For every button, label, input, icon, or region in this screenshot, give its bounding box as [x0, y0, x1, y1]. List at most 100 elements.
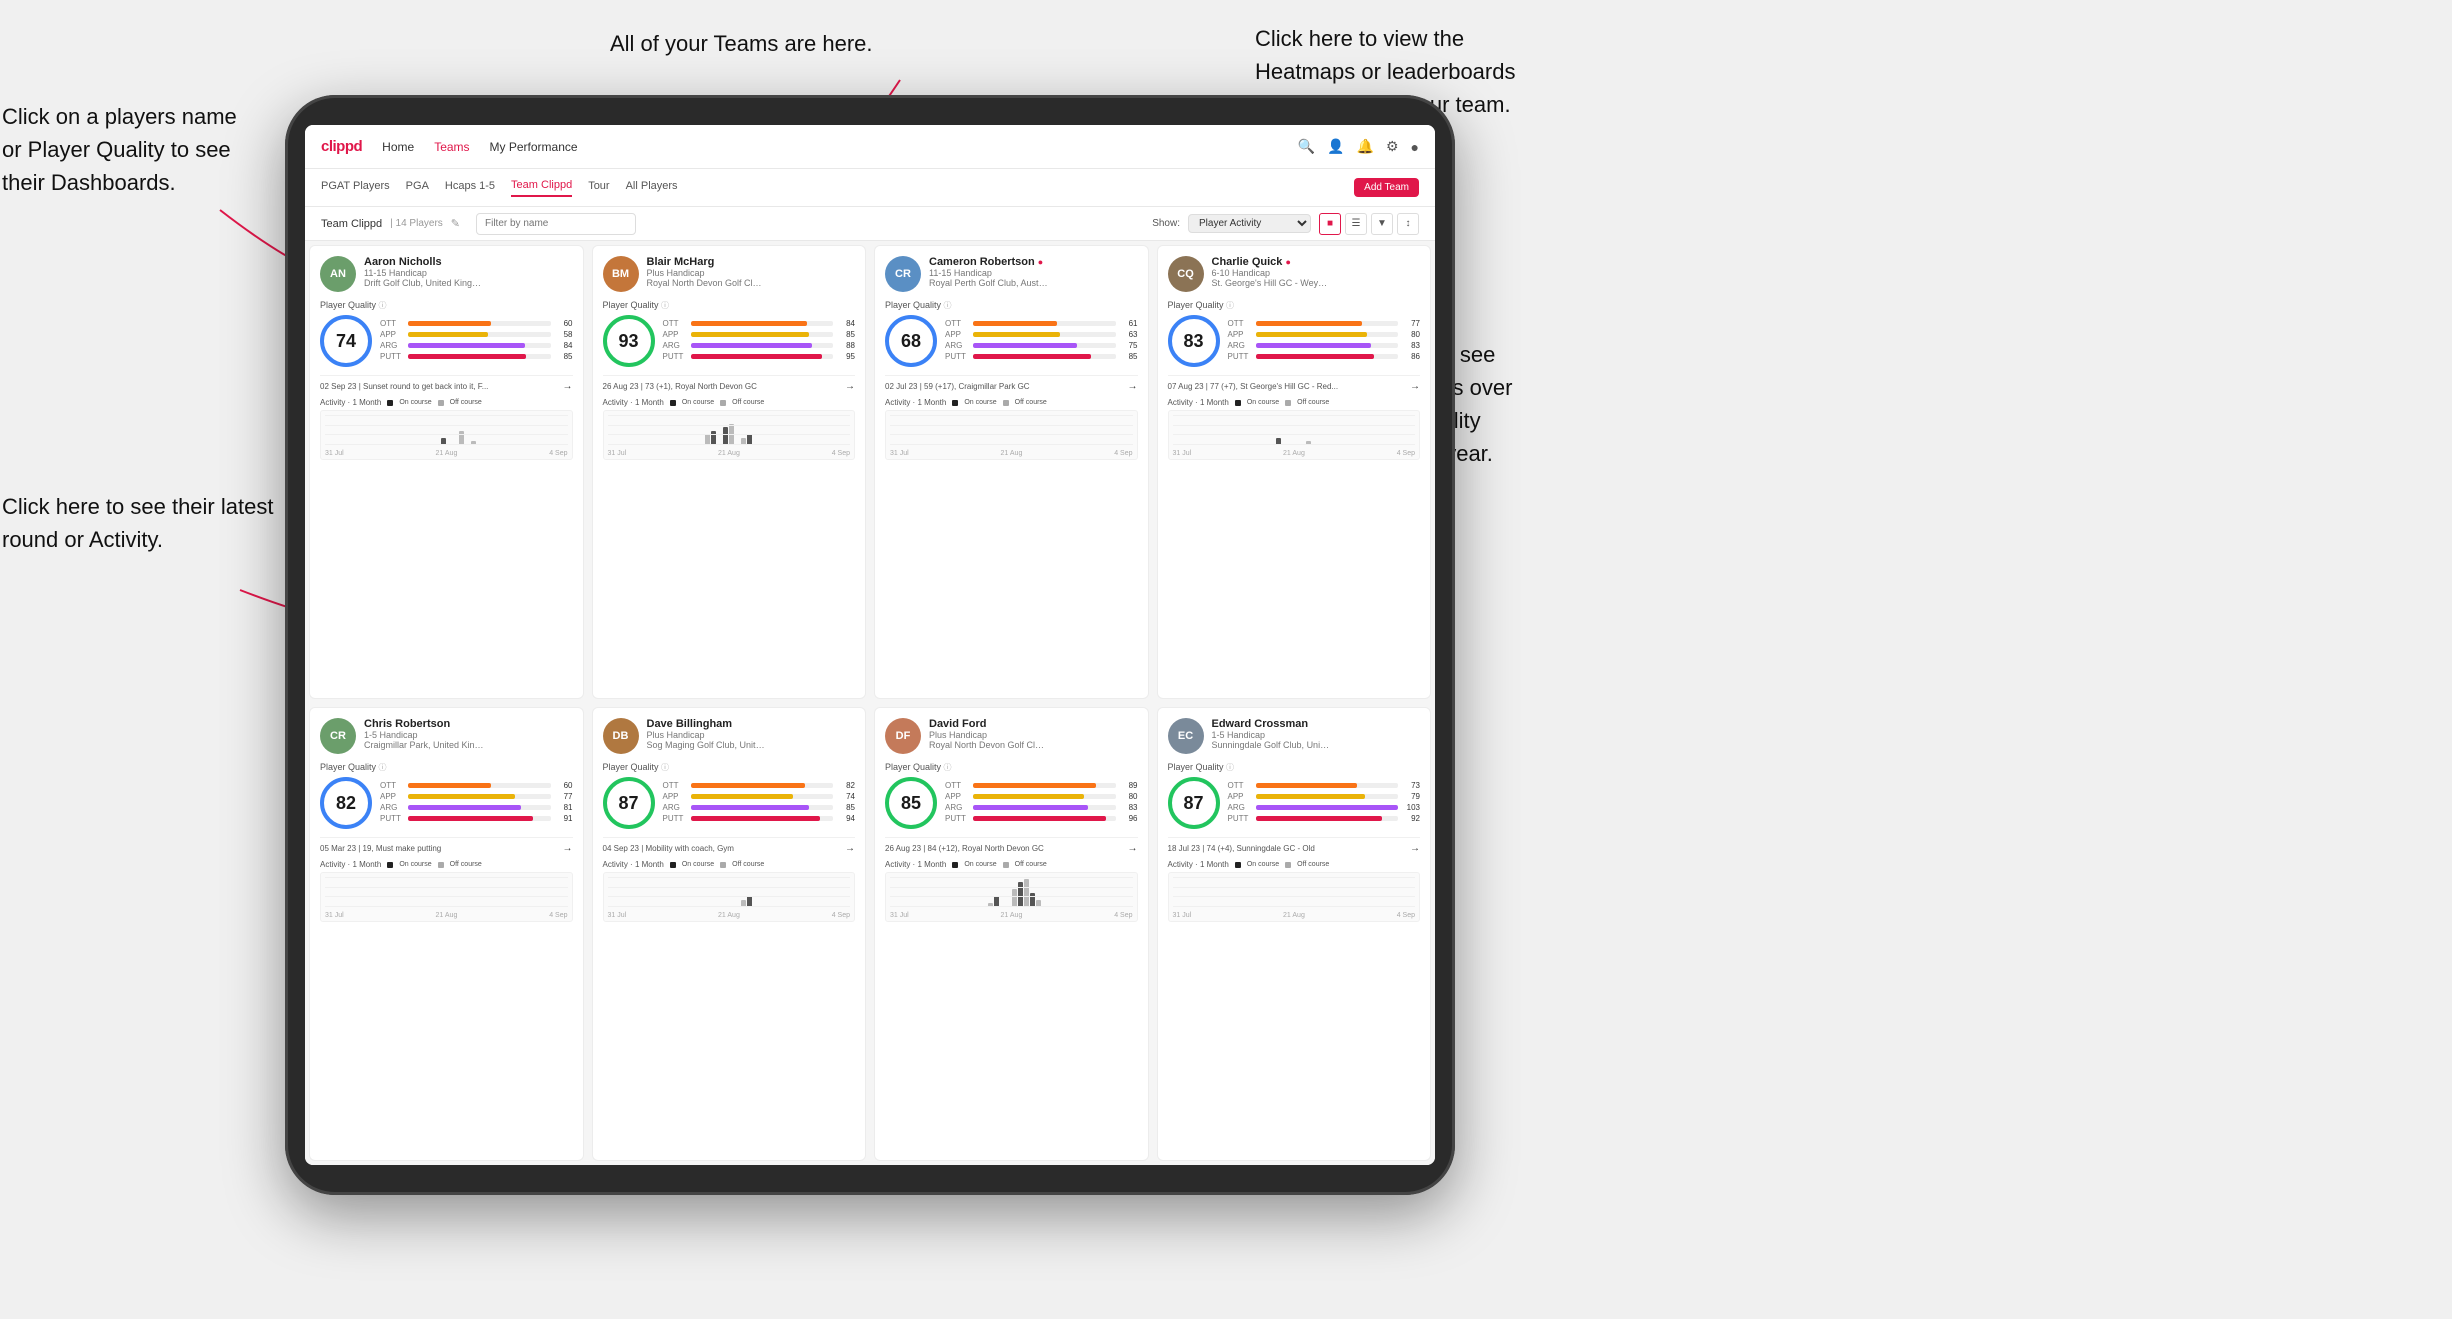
subnav-pgat[interactable]: PGAT Players [321, 180, 390, 196]
quality-bars: OTT 73 APP 79 ARG 103 PUTT 92 [1228, 781, 1421, 825]
arg-label: ARG [945, 341, 969, 350]
bell-icon[interactable]: 🔔 [1357, 138, 1374, 155]
player-avatar: EC [1168, 718, 1204, 754]
add-team-button[interactable]: Add Team [1354, 178, 1419, 197]
putt-bar-row: PUTT 96 [945, 814, 1138, 823]
grid-view-icon[interactable]: ■ [1319, 213, 1341, 235]
quality-label: Player Quality ⓘ [885, 300, 1138, 311]
player-card[interactable]: CR Cameron Robertson ● 11-15 Handicap Ro… [874, 245, 1149, 699]
quality-score[interactable]: 87 [1168, 777, 1220, 829]
sort-icon[interactable]: ↕ [1397, 213, 1419, 235]
chart-x-labels: 31 Jul 21 Aug 4 Sep [608, 912, 851, 919]
app-label: APP [945, 330, 969, 339]
avatar-icon[interactable]: ● [1411, 139, 1419, 155]
app-val: 80 [1402, 330, 1420, 339]
chart-x-labels: 31 Jul 21 Aug 4 Sep [325, 912, 568, 919]
player-name[interactable]: Chris Robertson [364, 718, 573, 730]
player-name[interactable]: Cameron Robertson ● [929, 256, 1138, 268]
quality-section: 82 OTT 60 APP 77 ARG 81 PUT [320, 777, 573, 829]
subnav-tour[interactable]: Tour [588, 180, 609, 196]
nav-teams[interactable]: Teams [434, 140, 469, 154]
player-name[interactable]: David Ford [929, 718, 1138, 730]
quality-score[interactable]: 74 [320, 315, 372, 367]
putt-val: 96 [1120, 814, 1138, 823]
edit-team-icon[interactable]: ✎ [451, 217, 460, 230]
quality-section: 85 OTT 89 APP 80 ARG 83 PUT [885, 777, 1138, 829]
arg-label: ARG [1228, 341, 1252, 350]
on-course-dot [670, 400, 676, 406]
ott-label: OTT [945, 319, 969, 328]
app-label: APP [380, 330, 404, 339]
player-avatar: DB [603, 718, 639, 754]
settings-icon[interactable]: ⚙ [1386, 138, 1399, 155]
latest-round[interactable]: 26 Aug 23 | 73 (+1), Royal North Devon G… [603, 375, 856, 392]
quality-score[interactable]: 83 [1168, 315, 1220, 367]
latest-round[interactable]: 07 Aug 23 | 77 (+7), St George's Hill GC… [1168, 375, 1421, 392]
quality-section: 87 OTT 82 APP 74 ARG 85 PUT [603, 777, 856, 829]
on-course-dot [952, 862, 958, 868]
player-name[interactable]: Dave Billingham [647, 718, 856, 730]
ott-val: 60 [555, 781, 573, 790]
latest-round[interactable]: 26 Aug 23 | 84 (+12), Royal North Devon … [885, 837, 1138, 854]
player-card[interactable]: DB Dave Billingham Plus Handicap Sog Mag… [592, 707, 867, 1161]
user-icon[interactable]: 👤 [1327, 138, 1344, 155]
arg-val: 75 [1120, 341, 1138, 350]
latest-round[interactable]: 02 Sep 23 | Sunset round to get back int… [320, 375, 573, 392]
player-card[interactable]: AN Aaron Nicholls 11-15 Handicap Drift G… [309, 245, 584, 699]
activity-section: Activity · 1 Month On course Off course … [1168, 860, 1421, 922]
arg-bar-row: ARG 83 [945, 803, 1138, 812]
quality-score[interactable]: 85 [885, 777, 937, 829]
ott-val: 73 [1402, 781, 1420, 790]
filter-icon[interactable]: ▼ [1371, 213, 1393, 235]
player-card[interactable]: BM Blair McHarg Plus Handicap Royal Nort… [592, 245, 867, 699]
player-card[interactable]: CQ Charlie Quick ● 6-10 Handicap St. Geo… [1157, 245, 1432, 699]
subnav-hcaps[interactable]: Hcaps 1-5 [445, 180, 495, 196]
list-view-icon[interactable]: ☰ [1345, 213, 1367, 235]
arg-bar-row: ARG 83 [1228, 341, 1421, 350]
putt-val: 91 [555, 814, 573, 823]
subnav-team-clippd[interactable]: Team Clippd [511, 179, 572, 197]
on-course-dot [670, 862, 676, 868]
quality-score[interactable]: 82 [320, 777, 372, 829]
player-card[interactable]: EC Edward Crossman 1-5 Handicap Sunningd… [1157, 707, 1432, 1161]
ott-bar-row: OTT 82 [663, 781, 856, 790]
player-header: BM Blair McHarg Plus Handicap Royal Nort… [603, 256, 856, 292]
player-name[interactable]: Charlie Quick ● [1212, 256, 1421, 268]
player-name[interactable]: Edward Crossman [1212, 718, 1421, 730]
activity-chart: 31 Jul 21 Aug 4 Sep [885, 872, 1138, 922]
latest-round[interactable]: 04 Sep 23 | Mobility with coach, Gym → [603, 837, 856, 854]
player-card[interactable]: DF David Ford Plus Handicap Royal North … [874, 707, 1149, 1161]
activity-header: Activity · 1 Month On course Off course [320, 398, 573, 407]
chart-x-labels: 31 Jul 21 Aug 4 Sep [1173, 450, 1416, 457]
nav-home[interactable]: Home [382, 140, 414, 154]
latest-round[interactable]: 02 Jul 23 | 59 (+17), Craigmillar Park G… [885, 375, 1138, 392]
ott-label: OTT [663, 319, 687, 328]
player-card[interactable]: CR Chris Robertson 1-5 Handicap Craigmil… [309, 707, 584, 1161]
latest-round[interactable]: 05 Mar 23 | 19, Must make putting → [320, 837, 573, 854]
chart-x-labels: 31 Jul 21 Aug 4 Sep [608, 450, 851, 457]
arg-bar-row: ARG 88 [663, 341, 856, 350]
player-club: Drift Golf Club, United Kingdom [364, 278, 484, 288]
quality-score[interactable]: 87 [603, 777, 655, 829]
search-icon[interactable]: 🔍 [1298, 138, 1315, 155]
quality-label: Player Quality ⓘ [320, 300, 573, 311]
team-bar: Team Clippd | 14 Players ✎ Show: Player … [305, 207, 1435, 241]
player-name[interactable]: Aaron Nicholls [364, 256, 573, 268]
quality-label: Player Quality ⓘ [885, 762, 1138, 773]
putt-val: 85 [555, 352, 573, 361]
quality-bars: OTT 61 APP 63 ARG 75 PUTT 85 [945, 319, 1138, 363]
on-course-dot [1235, 862, 1241, 868]
show-select[interactable]: Player Activity Quality Score Trend [1188, 214, 1311, 233]
activity-section: Activity · 1 Month On course Off course … [603, 860, 856, 922]
putt-label: PUTT [1228, 814, 1252, 823]
nav-performance[interactable]: My Performance [490, 140, 578, 154]
quality-score[interactable]: 93 [603, 315, 655, 367]
quality-score[interactable]: 68 [885, 315, 937, 367]
subnav-all-players[interactable]: All Players [626, 180, 678, 196]
latest-round[interactable]: 18 Jul 23 | 74 (+4), Sunningdale GC - Ol… [1168, 837, 1421, 854]
arg-val: 83 [1120, 803, 1138, 812]
player-name[interactable]: Blair McHarg [647, 256, 856, 268]
search-input[interactable] [476, 213, 636, 235]
ipad-screen: clippd Home Teams My Performance 🔍 👤 🔔 ⚙… [305, 125, 1435, 1165]
subnav-pga[interactable]: PGA [406, 180, 429, 196]
